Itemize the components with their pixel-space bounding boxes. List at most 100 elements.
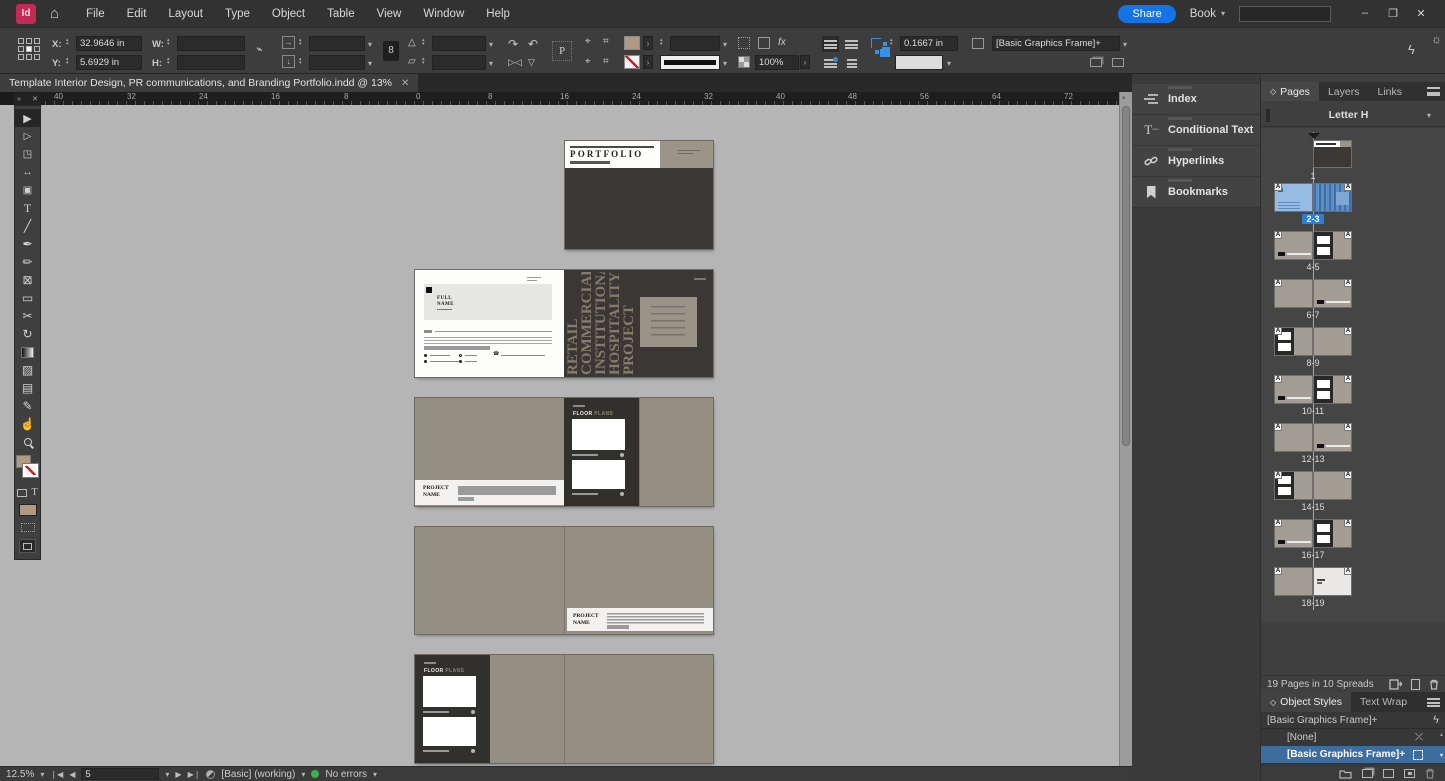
y-position-field[interactable] [76, 55, 142, 70]
line-tool[interactable]: ╱ [15, 217, 40, 235]
page-transition-icon[interactable] [1389, 679, 1402, 690]
chevron-down-icon[interactable]: ▾ [489, 40, 493, 49]
shear-stepper[interactable]: ▴▾ [422, 57, 425, 65]
scissors-tool[interactable]: ✂ [15, 307, 40, 325]
spread-pages-4-5[interactable]: PROJECT NAME FLOOR PLANS [415, 398, 713, 506]
document-tab[interactable]: Template Interior Design, PR communicati… [0, 74, 418, 92]
preflight-icon[interactable] [206, 770, 215, 779]
wrap-bounding-box-button[interactable] [843, 36, 860, 52]
master-page-row[interactable]: Letter H ▾ [1261, 104, 1445, 127]
errors-dropdown-icon[interactable]: ▾ [373, 770, 377, 779]
rectangle-frame-tool[interactable]: ⊠ [15, 271, 40, 289]
chevron-down-icon[interactable]: ▾ [723, 40, 727, 49]
gap-tool[interactable]: ↔ [15, 163, 40, 181]
page-item-4-5[interactable]: A A 4-5 [1261, 231, 1371, 275]
page-label[interactable]: 10-11 [1261, 406, 1365, 416]
search-input[interactable] [1239, 6, 1331, 22]
page-label[interactable]: 18-19 [1261, 598, 1365, 608]
clear-attributes-icon[interactable] [1404, 769, 1415, 778]
page-item-2-3[interactable]: A A 2-3 [1261, 183, 1371, 227]
flip-vertical-button[interactable]: ▽ [528, 57, 535, 68]
rectangle-tool[interactable]: ▭ [15, 289, 40, 307]
shear-angle-field[interactable] [432, 55, 486, 70]
minimize-button[interactable]: – [1351, 7, 1379, 20]
rotate-cw-button[interactable]: ↷ [508, 37, 518, 51]
select-next-button[interactable]: ⌗ [603, 56, 609, 67]
panel-menu-icon[interactable] [1427, 698, 1440, 707]
tab-text-wrap[interactable]: Text Wrap [1351, 692, 1416, 712]
conditional-text-panel-button[interactable]: T~~ Conditional Text [1132, 115, 1260, 146]
frame-fitting-dropdown[interactable] [895, 55, 943, 70]
rotate-ccw-button[interactable]: ↶ [528, 37, 538, 51]
y-stepper[interactable]: ▴▾ [66, 57, 69, 65]
scrollbar-thumb[interactable] [1122, 106, 1130, 446]
new-style-icon[interactable] [1383, 769, 1394, 778]
page-label[interactable]: 2-3 [1302, 214, 1323, 224]
vertical-scrollbar[interactable]: ▴ [1119, 92, 1132, 766]
page-tool[interactable]: ◳ [15, 145, 40, 163]
scroll-down-icon[interactable]: ▾ [1440, 753, 1443, 760]
corner-shape-icon[interactable] [758, 37, 770, 49]
apply-gradient-button[interactable] [21, 523, 35, 532]
page-item-6-7[interactable]: A A 6-7 [1261, 279, 1371, 323]
free-transform-tool[interactable]: ↻ [15, 325, 40, 343]
previous-page-button[interactable]: ◀ [69, 770, 75, 779]
object-style-dropdown[interactable] [992, 36, 1120, 51]
chevron-down-icon[interactable]: ▾ [947, 59, 951, 68]
wrap-jump-object-button[interactable] [843, 56, 860, 70]
color-theme-tool[interactable]: ✎ [15, 397, 40, 415]
page-label[interactable]: 16-17 [1261, 550, 1365, 560]
x-stepper[interactable]: ▴▾ [66, 38, 69, 46]
style-override-icon[interactable] [1090, 58, 1102, 67]
formatting-affects-container-button[interactable] [17, 489, 27, 497]
h-stepper[interactable]: ▴▾ [167, 57, 170, 65]
share-button[interactable]: Share [1118, 5, 1175, 23]
stroke-weight-field[interactable] [670, 36, 720, 51]
flip-horizontal-button[interactable]: ▷◁ [508, 57, 522, 68]
tab-object-styles[interactable]: ◇Object Styles [1261, 692, 1351, 712]
next-page-button[interactable]: ▶ [175, 770, 181, 779]
hyperlinks-panel-button[interactable]: Hyperlinks [1132, 146, 1260, 177]
opacity-field[interactable] [755, 55, 799, 70]
formatting-affects-text-button[interactable]: T [31, 487, 37, 498]
new-page-icon[interactable] [1411, 679, 1420, 690]
page-item-18-19[interactable]: A A 18-19 [1261, 567, 1371, 611]
menu-help[interactable]: Help [475, 8, 521, 20]
menu-object[interactable]: Object [261, 8, 316, 20]
close-tab-icon[interactable]: ✕ [401, 78, 409, 89]
collapse-panel-icon[interactable]: » [17, 96, 21, 103]
pencil-tool[interactable]: ✏ [15, 253, 40, 271]
type-tool[interactable]: T [15, 199, 40, 217]
workspace-gear-icon[interactable]: ☼ [1431, 32, 1442, 46]
menu-file[interactable]: File [75, 8, 116, 20]
page-label[interactable]: 12-13 [1261, 454, 1365, 464]
chevron-down-icon[interactable]: ▾ [489, 59, 493, 68]
constrain-proportions-broken-link-icon[interactable]: ⌁ [254, 41, 266, 57]
spread-pages-6-7[interactable]: PROJECT NAME [415, 527, 713, 634]
wrap-object-shape-button[interactable] [822, 56, 839, 70]
page-label[interactable]: 6-7 [1261, 310, 1365, 320]
close-button[interactable]: ✕ [1407, 7, 1435, 20]
fill-expand-button[interactable]: › [643, 36, 653, 50]
opacity-expand-button[interactable]: › [800, 55, 810, 69]
chevron-down-icon[interactable]: ▾ [368, 59, 372, 68]
current-object-style-row[interactable]: [Basic Graphics Frame]+ ϟ [1261, 712, 1445, 729]
horizontal-ruler[interactable]: 40 32 24 16 8 0 8 16 24 32 40 48 56 64 7… [0, 92, 1119, 105]
chevron-down-icon[interactable]: ▾ [368, 40, 372, 49]
page-item-1[interactable]: 1 [1261, 140, 1371, 184]
fill-stroke-indicator[interactable] [15, 455, 40, 485]
stroke-type-dropdown[interactable] [660, 55, 720, 70]
scroll-up-icon[interactable]: ▴ [1440, 732, 1443, 739]
page-item-16-17[interactable]: A A 16-17 [1261, 519, 1371, 563]
preflight-profile[interactable]: [Basic] (working) [221, 769, 295, 780]
corner-options-icon[interactable] [738, 37, 750, 49]
scale-y-field[interactable] [309, 55, 365, 70]
quick-actions-lightning-icon[interactable]: ϟ [1408, 42, 1415, 57]
close-panel-icon[interactable]: ✕ [32, 95, 38, 103]
content-collector-tool[interactable]: ▣ [15, 181, 40, 199]
select-previous-button[interactable]: ⌖ [585, 56, 591, 67]
chevron-down-icon[interactable]: ▾ [723, 59, 727, 68]
note-tool[interactable]: ▤ [15, 379, 40, 397]
zoom-dropdown-icon[interactable]: ▾ [40, 770, 44, 779]
rotation-angle-field[interactable] [432, 36, 486, 51]
